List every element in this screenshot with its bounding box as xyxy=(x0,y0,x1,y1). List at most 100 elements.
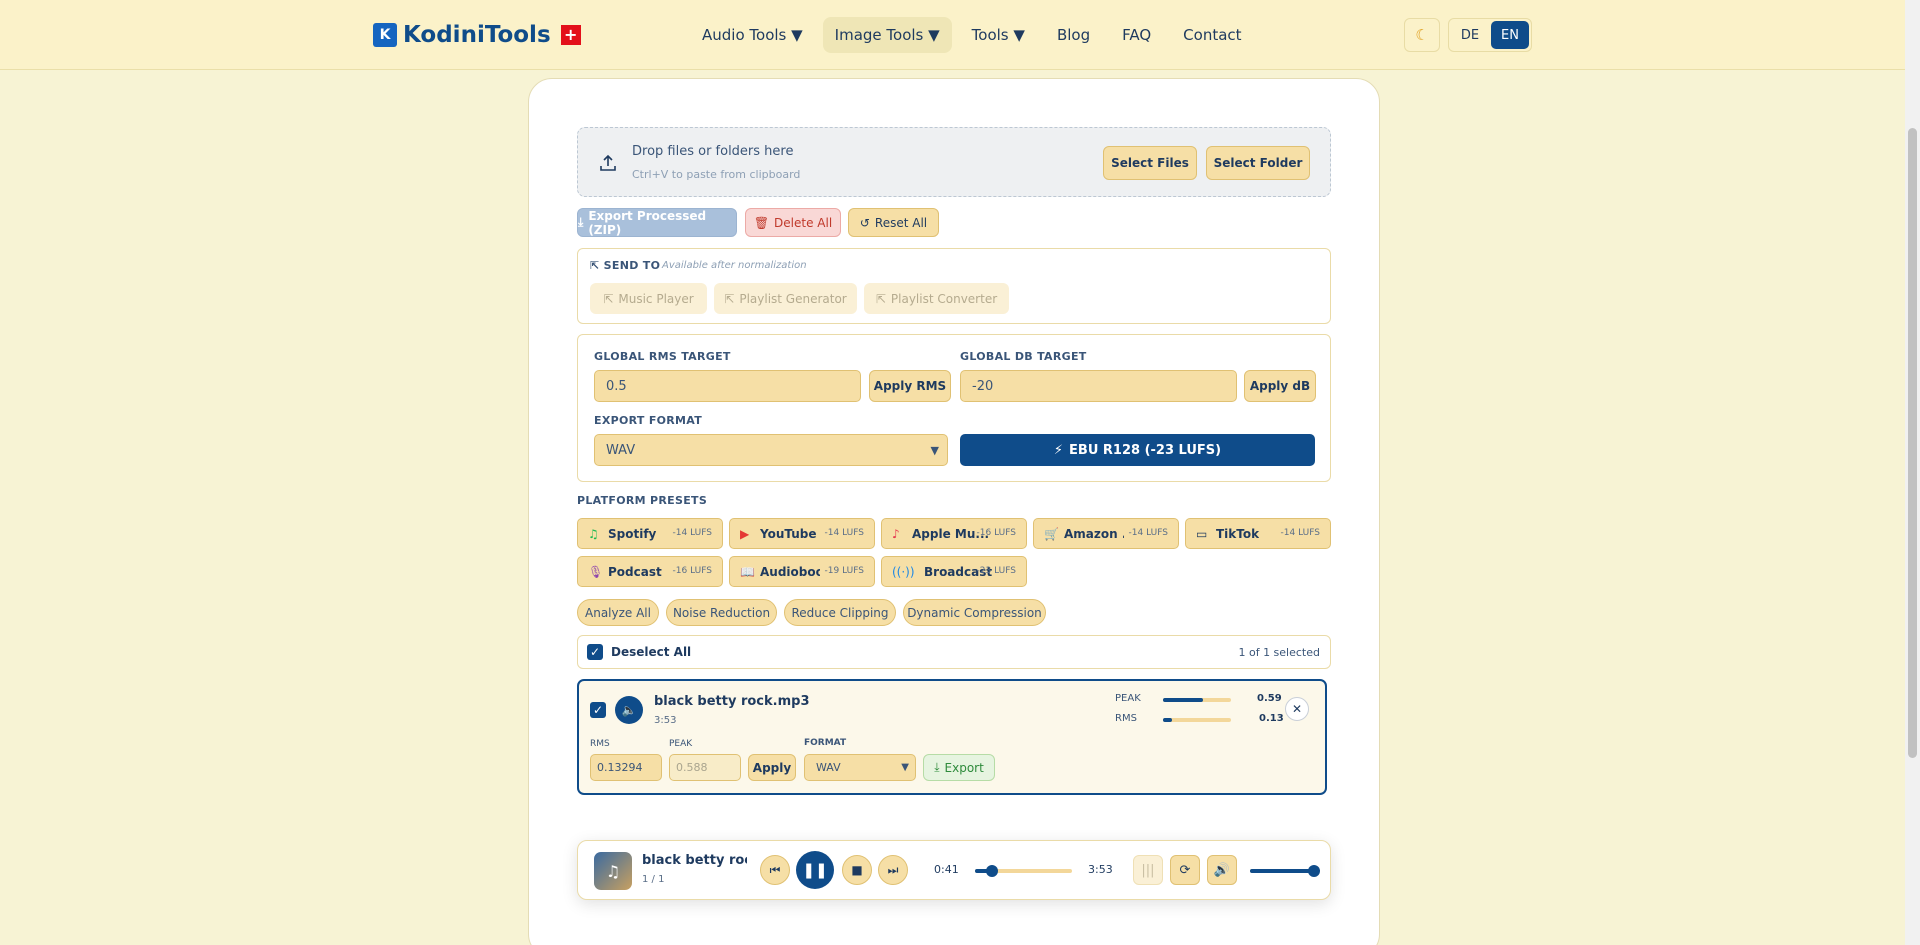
pause-icon: ❚❚ xyxy=(802,861,828,879)
apply-rms-button[interactable]: Apply RMS xyxy=(869,370,951,402)
file-apply-button[interactable]: Apply xyxy=(748,754,796,781)
db-target-input[interactable]: -20 xyxy=(960,370,1237,402)
moon-icon: ☾ xyxy=(1415,26,1429,44)
file-item: ✓ 🔈 black betty rock.mp3 3:53 PEAK 0.59 … xyxy=(577,679,1327,795)
deselect-all-label[interactable]: Deselect All xyxy=(611,645,691,659)
file-format-select[interactable]: WAV ▼ xyxy=(804,754,916,781)
bolt-icon: ⚡ xyxy=(1053,442,1064,458)
reduce-clipping-button[interactable]: Reduce Clipping xyxy=(784,599,896,626)
export-format-select[interactable]: WAV ▼ xyxy=(594,434,948,466)
send-to-heading: ⇱ SEND TO xyxy=(590,259,660,272)
upload-icon xyxy=(600,154,616,171)
dynamic-compression-button[interactable]: Dynamic Compression xyxy=(903,599,1046,626)
preset-audiobook[interactable]: 📖 Audioboo... -19 LUFS xyxy=(729,556,875,587)
stop-icon: ■ xyxy=(851,863,863,877)
seek-bar[interactable] xyxy=(975,865,1072,877)
select-files-button[interactable]: Select Files xyxy=(1103,146,1197,180)
noise-reduction-button[interactable]: Noise Reduction xyxy=(666,599,777,626)
send-playlist-generator-label: Playlist Generator xyxy=(739,291,847,306)
drop-zone[interactable]: Drop files or folders here Ctrl+V to pas… xyxy=(577,127,1331,197)
checkmark-icon: ✓ xyxy=(592,703,604,717)
preset-spotify[interactable]: ♫ Spotify -14 LUFS xyxy=(577,518,723,549)
nav-image-tools[interactable]: Image Tools ▼ xyxy=(822,17,952,53)
video-icon: ▭ xyxy=(1196,527,1208,541)
brand-logo[interactable]: K KodiniTools + xyxy=(373,22,581,48)
brand-name: KodiniTools xyxy=(403,22,551,48)
page-scrollbar[interactable] xyxy=(1905,0,1920,945)
export-zip-button[interactable]: ⤓ Export Processed (ZIP) xyxy=(577,208,737,237)
previous-button[interactable]: ⏮ xyxy=(760,855,790,885)
seek-handle[interactable] xyxy=(986,865,999,877)
preset-youtube[interactable]: ▶ YouTube -14 LUFS xyxy=(729,518,875,549)
send-playlist-generator-button[interactable]: ⇱ Playlist Generator xyxy=(714,283,857,314)
platform-presets-label: PLATFORM PRESETS xyxy=(577,494,708,507)
volume-button[interactable]: 🔊 xyxy=(1207,855,1237,885)
file-play-button[interactable]: 🔈 xyxy=(615,696,643,724)
current-time: 0:41 xyxy=(934,863,959,876)
send-playlist-converter-button[interactable]: ⇱ Playlist Converter xyxy=(864,283,1009,314)
broadcast-icon: ((·)) xyxy=(892,565,915,579)
scrollbar-thumb[interactable] xyxy=(1908,128,1917,758)
nav-contact[interactable]: Contact xyxy=(1171,17,1253,53)
volume-slider[interactable] xyxy=(1250,865,1320,877)
waveform-icon: ||| xyxy=(1141,862,1155,878)
drop-hint: Ctrl+V to paste from clipboard xyxy=(632,168,801,181)
waveform-button[interactable]: ||| xyxy=(1133,855,1163,885)
ebu-r128-button[interactable]: ⚡ EBU R128 (-23 LUFS) xyxy=(960,434,1315,466)
apply-db-button[interactable]: Apply dB xyxy=(1244,370,1316,402)
file-checkbox[interactable]: ✓ xyxy=(590,702,606,718)
external-link-icon: ⇱ xyxy=(724,291,735,306)
nav-audio-tools[interactable]: Audio Tools ▼ xyxy=(690,17,815,53)
preset-lufs: -16 LUFS xyxy=(672,566,712,576)
file-rms-input[interactable]: 0.13294 xyxy=(590,754,662,781)
reset-all-button[interactable]: ↺ Reset All xyxy=(848,208,939,237)
select-folder-button[interactable]: Select Folder xyxy=(1206,146,1310,180)
rms-meter-label: RMS xyxy=(1115,713,1137,724)
export-format-value: WAV xyxy=(606,442,636,458)
volume-handle[interactable] xyxy=(1308,865,1320,877)
delete-all-button[interactable]: 🗑 Delete All xyxy=(745,208,841,237)
rms-target-input[interactable]: 0.5 xyxy=(594,370,861,402)
deselect-all-checkbox[interactable]: ✓ xyxy=(587,644,603,660)
chevron-down-icon: ▼ xyxy=(930,443,939,457)
remove-file-button[interactable]: ✕ xyxy=(1285,697,1309,721)
normalizer-card: Drop files or folders here Ctrl+V to pas… xyxy=(528,78,1380,945)
preset-name: Audioboo... xyxy=(760,565,820,579)
swiss-flag-icon: + xyxy=(560,25,581,45)
next-button[interactable]: ⏭ xyxy=(878,855,908,885)
music-note-icon: ♫ xyxy=(588,527,599,541)
youtube-icon: ▶ xyxy=(740,527,750,541)
preset-lufs: -14 LUFS xyxy=(672,528,712,538)
lang-de-button[interactable]: DE xyxy=(1451,21,1489,49)
send-playlist-converter-label: Playlist Converter xyxy=(890,291,998,306)
reset-all-label: Reset All xyxy=(874,215,928,230)
theme-toggle-button[interactable]: ☾ xyxy=(1404,18,1440,52)
repeat-button[interactable]: ⟳ xyxy=(1170,855,1200,885)
send-music-player-button[interactable]: ⇱ Music Player xyxy=(590,283,707,314)
player-track-index: 1 / 1 xyxy=(642,874,665,885)
close-icon: ✕ xyxy=(1291,702,1303,716)
album-art: ♫ xyxy=(594,852,632,890)
preset-tiktok[interactable]: ▭ TikTok -14 LUFS xyxy=(1185,518,1331,549)
pause-button[interactable]: ❚❚ xyxy=(796,851,834,889)
file-export-button[interactable]: ⤓ Export xyxy=(923,754,995,781)
nav-blog[interactable]: Blog xyxy=(1045,17,1102,53)
preset-podcast[interactable]: 🎙 Podcast -16 LUFS xyxy=(577,556,723,587)
stop-button[interactable]: ■ xyxy=(842,855,872,885)
preset-apple-music[interactable]: ♪ Apple Mu... -16 LUFS xyxy=(881,518,1027,549)
navbar: K KodiniTools + Audio Tools ▼ Image Tool… xyxy=(0,0,1905,70)
nav-tools[interactable]: Tools ▼ xyxy=(960,17,1037,53)
export-zip-label: Export Processed (ZIP) xyxy=(588,208,707,237)
nav-faq[interactable]: FAQ xyxy=(1110,17,1163,53)
checkmark-icon: ✓ xyxy=(589,645,601,659)
file-peak-input[interactable]: 0.588 xyxy=(669,754,741,781)
preset-amazon[interactable]: 🛒 Amazon ... -14 LUFS xyxy=(1033,518,1179,549)
preset-broadcast[interactable]: ((·)) Broadcast -23 LUFS xyxy=(881,556,1027,587)
file-format-label: FORMAT xyxy=(804,738,847,748)
volume-slider-fill xyxy=(1250,869,1314,873)
peak-field-label: PEAK xyxy=(669,739,693,749)
lang-en-button[interactable]: EN xyxy=(1491,21,1529,49)
analyze-all-button[interactable]: Analyze All xyxy=(577,599,659,626)
external-link-icon: ⇱ xyxy=(875,291,886,306)
preset-name: TikTok xyxy=(1216,527,1260,541)
